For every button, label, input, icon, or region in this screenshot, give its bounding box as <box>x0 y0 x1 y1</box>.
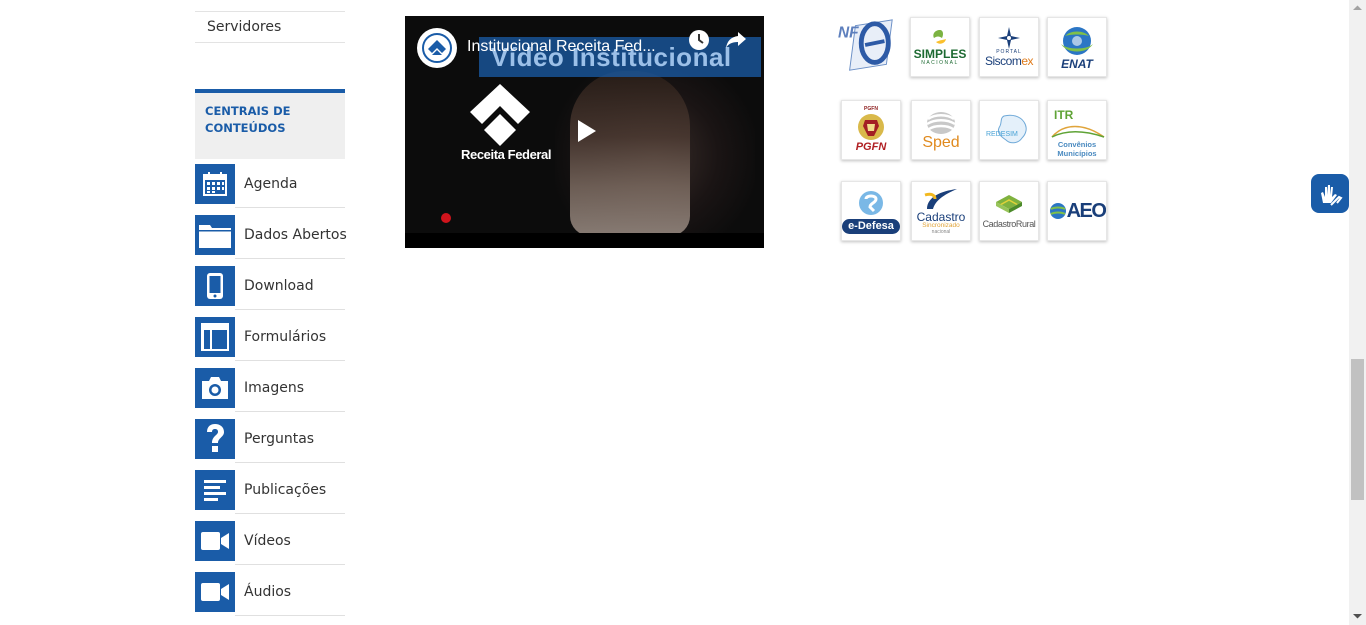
page: Servidores CENTRAIS DE CONTEÚDOS Agenda … <box>0 0 1366 625</box>
logo-redesim[interactable]: REDESIM <box>979 100 1039 160</box>
redesim-logo-text: REDESIM <box>986 131 1018 138</box>
nav-item-label: Formulários <box>244 329 327 345</box>
video-bottom-bar <box>405 233 764 248</box>
nav-item-dados-abertos[interactable]: Dados Abertos <box>195 215 347 266</box>
itr-logo-line1: Convênios <box>1058 140 1096 149</box>
nav-item-label: Perguntas <box>244 431 315 447</box>
itr-logo-line2: Municípios <box>1057 149 1096 158</box>
logo-cadastro-sincronizado[interactable]: Cadastro Sincronizado nacional <box>911 181 971 241</box>
compass-star-icon <box>998 27 1020 49</box>
scroll-up-arrow-icon[interactable] <box>1352 4 1363 12</box>
logo-cadastro-rural[interactable]: CadastroRural <box>979 181 1039 241</box>
svg-text:NF: NF <box>838 24 859 41</box>
enat-logo-text: ENAT <box>1061 57 1093 71</box>
logo-aeo[interactable]: AEO <box>1047 181 1107 241</box>
form-icon <box>195 317 235 357</box>
simples-logo-subtext: NACIONAL <box>921 60 959 66</box>
divider <box>235 411 345 412</box>
logo-pgfn[interactable]: PGFN PGFN <box>841 100 901 160</box>
e-defesa-icon <box>859 190 883 215</box>
receita-federal-logo-icon <box>470 84 530 146</box>
channel-avatar[interactable] <box>417 28 457 68</box>
e-defesa-logo-text: e-Defesa <box>842 218 900 234</box>
sidebar-link-servidores[interactable]: Servidores <box>195 11 345 43</box>
divider <box>235 513 345 514</box>
hands-icon <box>1321 184 1343 206</box>
logo-itr-convenios[interactable]: ITR Convênios Municípios <box>1047 100 1107 160</box>
nav-item-download[interactable]: Download <box>195 266 345 317</box>
siscomex-logo-wordmark: Siscom ex <box>984 54 1034 68</box>
logo-portal-siscomex[interactable]: PORTAL Siscom ex <box>979 17 1039 77</box>
nav-item-audios[interactable]: Áudios <box>195 572 345 623</box>
siscomex-logo-text: Siscom <box>984 54 1022 68</box>
nav-item-label: Agenda <box>244 176 298 192</box>
divider <box>235 309 345 310</box>
nav-item-label: Download <box>244 278 314 294</box>
logo-nfe[interactable]: NF <box>838 16 898 76</box>
nav-item-label: Imagens <box>244 380 305 396</box>
scroll-down-arrow-icon[interactable] <box>1352 612 1363 620</box>
simples-logo-text: SIMPLES <box>913 47 967 61</box>
watch-later-icon[interactable] <box>688 29 710 51</box>
sign-language-accessibility-button[interactable] <box>1311 174 1349 213</box>
aeo-globe-icon <box>1049 203 1066 219</box>
nav-item-formularios[interactable]: Formulários <box>195 317 345 368</box>
logo-sped[interactable]: Sped <box>911 100 971 160</box>
pgfn-emblem-icon <box>858 114 884 140</box>
nav-item-label: Vídeos <box>244 533 291 549</box>
nav-item-label: Áudios <box>244 584 292 600</box>
pgfn-logo-text: PGFN <box>855 141 887 153</box>
share-icon[interactable] <box>725 30 747 50</box>
embedded-video-player[interactable]: Vídeo Institucional Institucional Receit… <box>405 16 764 248</box>
sped-sphere-icon <box>926 112 956 134</box>
divider <box>235 258 345 259</box>
content-nav-list: Agenda Dados Abertos Download Formulário… <box>195 164 347 623</box>
itr-logo-icon: ITR Convênios Municípios <box>1051 108 1105 158</box>
section-header-centrais: CENTRAIS DE CONTEÚDOS <box>195 89 345 159</box>
nav-item-agenda[interactable]: Agenda <box>195 164 345 215</box>
divider <box>235 207 345 208</box>
sped-logo-text: Sped <box>922 134 960 151</box>
cadastro-swoosh-icon <box>924 189 957 210</box>
nav-item-publicacoes[interactable]: Publicações <box>195 470 345 521</box>
redesim-map-icon: REDESIM <box>986 114 1027 144</box>
simples-leaf-icon <box>933 30 946 44</box>
logo-e-defesa[interactable]: e-Defesa <box>841 181 901 241</box>
mobile-icon <box>195 266 235 306</box>
nav-item-label: Dados Abertos <box>244 227 347 243</box>
video-camera-icon <box>195 572 235 612</box>
folder-icon <box>195 215 235 255</box>
vertical-scrollbar[interactable] <box>1349 0 1366 625</box>
play-icon[interactable] <box>573 118 599 144</box>
camera-icon <box>195 368 235 408</box>
divider <box>235 564 345 565</box>
aeo-logo-text: AEO <box>1066 200 1106 222</box>
cadastro-rural-field-icon <box>996 195 1022 213</box>
cadastro-logo-subtext-2: nacional <box>931 228 951 235</box>
text-lines-icon <box>195 470 235 510</box>
divider <box>235 615 345 616</box>
nav-item-imagens[interactable]: Imagens <box>195 368 345 419</box>
divider <box>235 360 345 361</box>
video-progress-indicator <box>441 213 451 223</box>
nav-item-perguntas[interactable]: Perguntas <box>195 419 345 470</box>
cadastro-rural-logo-text: CadastroRural <box>982 219 1036 229</box>
enat-globe-icon <box>1061 27 1093 55</box>
nav-item-videos[interactable]: Vídeos <box>195 521 345 572</box>
calendar-icon <box>195 164 235 204</box>
video-title[interactable]: Institucional Receita Fed... <box>467 38 656 56</box>
receita-logo-icon <box>422 33 452 63</box>
video-brand-text: Receita Federal <box>461 147 552 162</box>
nav-item-label: Publicações <box>244 482 327 498</box>
question-icon <box>195 419 235 459</box>
siscomex-logo-text-accent: ex <box>1021 54 1034 68</box>
divider <box>235 462 345 463</box>
itr-logo-title: ITR <box>1054 108 1074 122</box>
logo-enat[interactable]: ENAT <box>1047 17 1107 77</box>
logo-simples-nacional[interactable]: SIMPLES NACIONAL <box>910 17 970 77</box>
scrollbar-thumb[interactable] <box>1351 359 1364 500</box>
video-thumbnail-person <box>570 71 690 236</box>
video-camera-icon <box>195 521 235 561</box>
nfe-logo-icon: NF <box>838 19 893 71</box>
